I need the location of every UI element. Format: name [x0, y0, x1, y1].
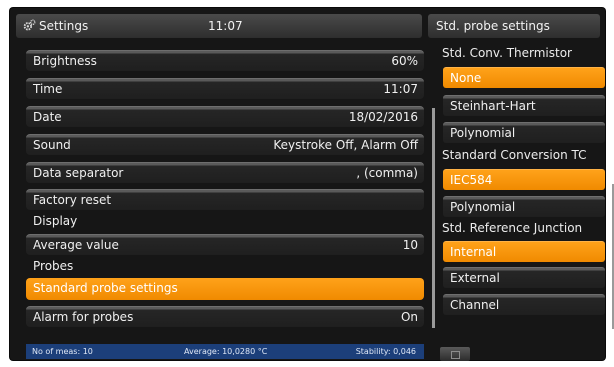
option-iec584[interactable]: IEC584 — [443, 169, 605, 190]
row-value: 10 — [402, 238, 418, 252]
option-internal[interactable]: Internal — [443, 241, 605, 262]
option-label: IEC584 — [450, 173, 493, 187]
row-label: Brightness — [33, 54, 97, 68]
option-polynomial-thermistor[interactable]: Polynomial — [443, 122, 605, 143]
row-label: Average value — [33, 238, 119, 252]
row-value: 11:07 — [383, 82, 418, 96]
section-display: Display — [26, 211, 424, 231]
row-label: Sound — [33, 138, 71, 152]
average-readout: Average: 10,0280 °C — [184, 347, 268, 356]
device-screen: Settings 11:07 Brightness 60% Time 11:07… — [10, 8, 614, 361]
row-standard-probe-settings[interactable]: Standard probe settings — [26, 278, 424, 300]
square-icon — [451, 351, 460, 359]
row-label: Time — [33, 82, 63, 96]
row-alarm-for-probes[interactable]: Alarm for probes On — [26, 306, 424, 327]
row-label: Alarm for probes — [33, 310, 134, 324]
option-label: Internal — [450, 245, 497, 259]
section-probes: Probes — [26, 256, 424, 276]
row-value: On — [400, 310, 418, 324]
row-date[interactable]: Date 18/02/2016 — [26, 106, 424, 127]
left-scrollbar[interactable] — [432, 108, 435, 328]
row-data-separator[interactable]: Data separator , (comma) — [26, 162, 424, 183]
row-value: 18/02/2016 — [348, 110, 418, 124]
row-factory-reset[interactable]: Factory reset — [26, 189, 424, 210]
option-label: None — [450, 71, 482, 85]
row-sound[interactable]: Sound Keystroke Off, Alarm Off — [26, 134, 424, 155]
gear-icon — [23, 19, 36, 31]
row-value: Keystroke Off, Alarm Off — [273, 138, 418, 152]
section-label: Probes — [33, 259, 74, 273]
stability-readout: Stability: 0,046 — [355, 347, 416, 356]
option-none[interactable]: None — [443, 67, 605, 88]
option-channel[interactable]: Channel — [443, 294, 605, 315]
row-value: 60% — [391, 54, 418, 68]
soft-key-button[interactable] — [440, 347, 470, 361]
option-label: Polynomial — [450, 200, 516, 214]
row-label: Data separator — [33, 166, 124, 180]
row-time[interactable]: Time 11:07 — [26, 78, 424, 99]
probe-settings-header: Std. probe settings — [428, 14, 600, 38]
settings-title: Settings — [39, 19, 89, 33]
option-polynomial-tc[interactable]: Polynomial — [443, 196, 605, 217]
option-label: External — [450, 271, 500, 285]
probe-settings-title: Std. probe settings — [436, 19, 550, 33]
settings-header: Settings 11:07 — [16, 14, 422, 38]
tc-label: Standard Conversion TC — [442, 148, 587, 162]
option-steinhart-hart[interactable]: Steinhart-Hart — [443, 95, 605, 116]
thermistor-label: Std. Conv. Thermistor — [442, 46, 572, 60]
row-value: , (comma) — [356, 166, 418, 180]
row-label: Date — [33, 110, 62, 124]
option-label: Steinhart-Hart — [450, 99, 536, 113]
option-label: Channel — [450, 298, 500, 312]
option-external[interactable]: External — [443, 267, 605, 288]
row-average-value[interactable]: Average value 10 — [26, 234, 424, 255]
section-label: Display — [33, 214, 78, 228]
meas-count: No of meas: 10 — [32, 347, 93, 356]
row-label: Factory reset — [33, 193, 112, 207]
row-brightness[interactable]: Brightness 60% — [26, 50, 424, 71]
option-label: Polynomial — [450, 126, 516, 140]
ref-junction-label: Std. Reference Junction — [442, 221, 583, 235]
status-bar: No of meas: 10 Average: 10,0280 °C Stabi… — [26, 344, 424, 359]
row-label: Standard probe settings — [33, 281, 178, 295]
header-clock: 11:07 — [208, 19, 243, 33]
